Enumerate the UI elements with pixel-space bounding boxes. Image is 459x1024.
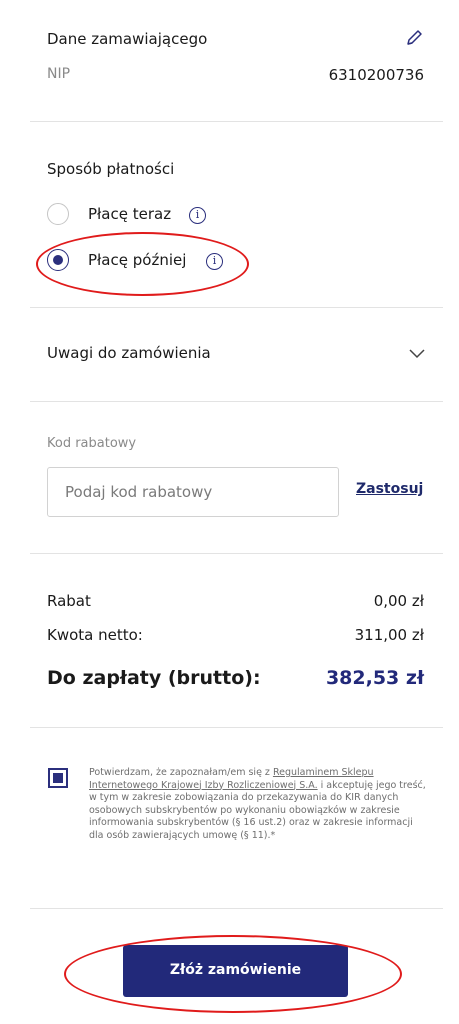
pencil-icon [407, 30, 422, 45]
discount-summary-value: 0,00 zł [373, 592, 424, 610]
nip-value: 6310200736 [328, 66, 424, 84]
gross-amount-label: Do zapłaty (brutto): [47, 667, 261, 689]
payment-option-now[interactable]: Płacę teraz i [47, 202, 247, 228]
nip-label: NIP [47, 66, 71, 82]
submit-order-button[interactable]: Złóż zamówienie [123, 945, 348, 997]
info-icon[interactable]: i [189, 207, 206, 224]
net-amount-value: 311,00 zł [354, 626, 424, 644]
divider [30, 307, 443, 308]
payment-section-title: Sposób płatności [47, 160, 175, 178]
payment-later-label: Płacę później [88, 251, 187, 269]
payment-now-radio[interactable] [47, 203, 69, 225]
payment-later-radio[interactable] [47, 249, 69, 271]
order-notes-toggle[interactable]: Uwagi do zamówienia [30, 330, 443, 378]
orderer-section-title: Dane zamawiającego [47, 30, 208, 48]
gross-amount-value: 382,53 zł [325, 667, 424, 689]
payment-option-later[interactable]: Płacę później i [47, 248, 247, 274]
apply-discount-link[interactable]: Zastosuj [356, 481, 423, 497]
info-icon[interactable]: i [206, 253, 223, 270]
divider [30, 401, 443, 402]
edit-orderer-button[interactable] [404, 28, 424, 52]
discount-code-input[interactable] [47, 467, 339, 517]
divider [30, 727, 443, 728]
divider [30, 121, 443, 122]
consent-text-before: Potwierdzam, że zapoznałam/em się z [89, 767, 273, 778]
discount-summary-label: Rabat [47, 592, 91, 610]
divider [30, 553, 443, 554]
discount-code-label: Kod rabatowy [47, 436, 137, 451]
order-notes-title: Uwagi do zamówienia [47, 344, 211, 362]
payment-now-label: Płacę teraz [88, 205, 172, 223]
chevron-down-icon [409, 349, 425, 359]
net-amount-label: Kwota netto: [47, 626, 143, 644]
consent-checkbox[interactable] [48, 768, 68, 788]
divider [30, 908, 443, 909]
consent-text: Potwierdzam, że zapoznałam/em się z Regu… [89, 767, 429, 842]
